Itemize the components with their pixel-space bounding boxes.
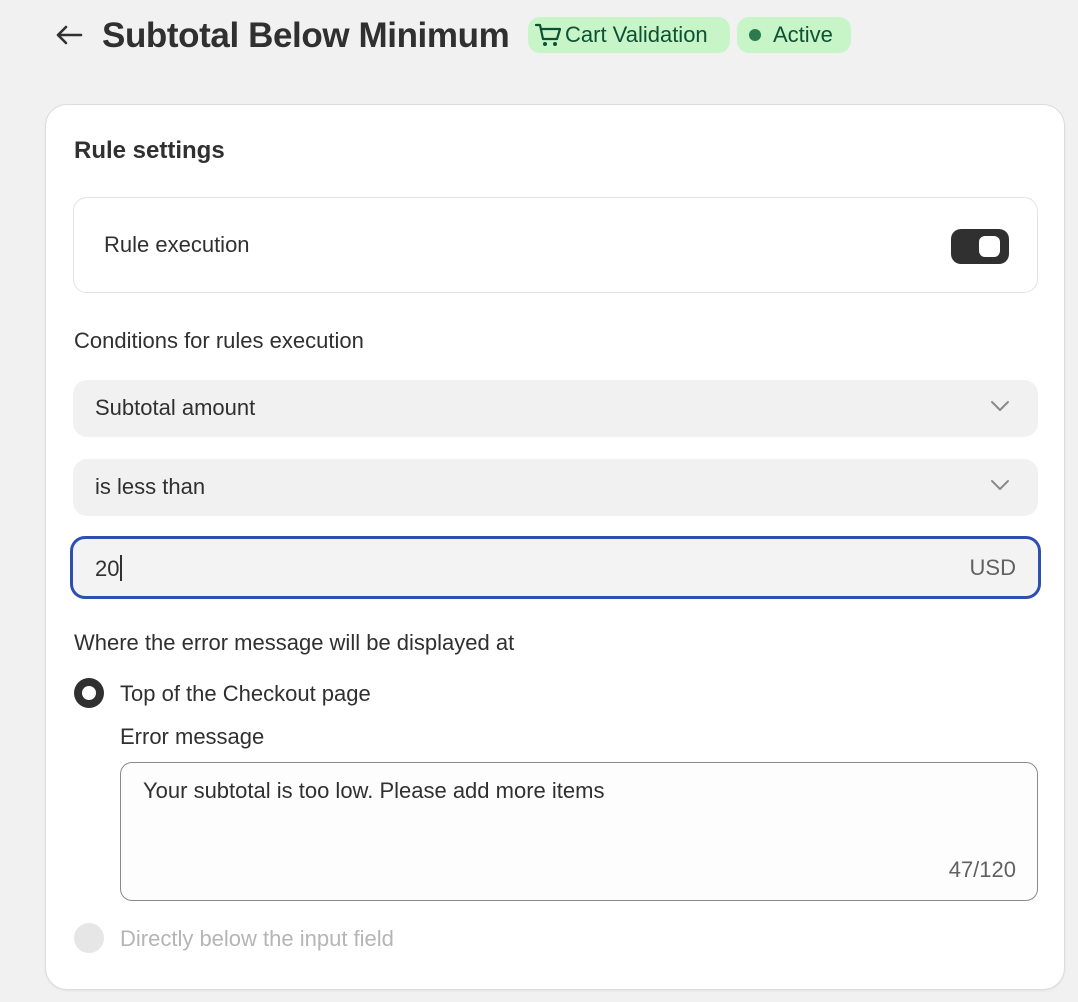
display-location-label: Where the error message will be displaye…: [74, 630, 515, 655]
toggle-knob: [979, 236, 1000, 257]
radio-below-input-field-label[interactable]: Directly below the input field: [120, 926, 394, 952]
status-badge-label: Active: [773, 22, 833, 47]
card-title: Rule settings: [74, 137, 225, 164]
type-badge: Cart Validation: [528, 17, 730, 53]
chevron-down-icon: [991, 401, 1009, 411]
rule-execution-label: Rule execution: [104, 232, 250, 257]
condition-operator-select[interactable]: is less than: [73, 459, 1038, 516]
amount-input[interactable]: 20 USD: [71, 537, 1040, 598]
back-button[interactable]: [52, 18, 86, 52]
rule-settings-card: Rule settings Rule execution Conditions …: [45, 104, 1065, 990]
rule-execution-row: Rule execution: [73, 197, 1038, 293]
character-counter: 47/120: [948, 857, 1016, 882]
condition-field-value: Subtotal amount: [95, 395, 256, 420]
conditions-label: Conditions for rules execution: [74, 328, 364, 353]
page-header: Subtotal Below Minimum Cart Validation A…: [0, 0, 1078, 72]
text-caret: [120, 555, 123, 581]
radio-below-input-field[interactable]: [74, 923, 104, 953]
arrow-left-icon: [56, 25, 83, 45]
radio-top-of-checkout-label[interactable]: Top of the Checkout page: [120, 681, 371, 707]
condition-operator-value: is less than: [95, 474, 206, 499]
cart-icon: [534, 23, 562, 46]
condition-field-select[interactable]: Subtotal amount: [73, 380, 1038, 437]
error-message-label: Error message: [120, 724, 265, 749]
error-message-textarea[interactable]: Your subtotal is too low. Please add mor…: [120, 762, 1038, 901]
status-badge: Active: [737, 17, 851, 53]
status-dot-icon: [749, 29, 761, 41]
currency-suffix: USD: [969, 555, 1016, 580]
error-message-value: Your subtotal is too low. Please add mor…: [143, 778, 605, 803]
radio-top-of-checkout[interactable]: [74, 678, 104, 708]
amount-input-value: 20: [95, 555, 123, 582]
type-badge-label: Cart Validation: [565, 22, 708, 47]
rule-execution-toggle[interactable]: [951, 229, 1009, 264]
chevron-down-icon: [991, 480, 1009, 490]
page-title: Subtotal Below Minimum: [102, 16, 510, 55]
